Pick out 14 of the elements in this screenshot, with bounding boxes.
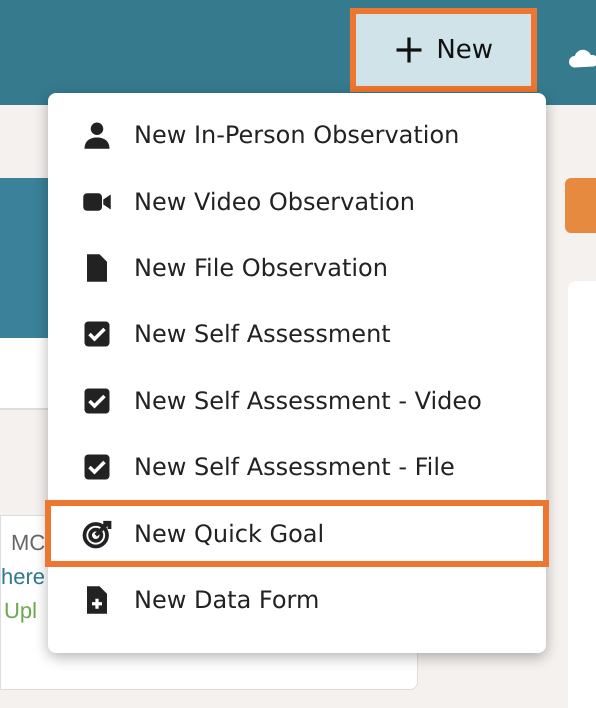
menu-item[interactable]: New Data Form — [48, 566, 546, 634]
menu-item[interactable]: New File Observation — [48, 234, 546, 302]
menu-item[interactable]: New Self Assessment — [48, 301, 546, 368]
menu-item[interactable]: New Self Assessment - File — [48, 434, 546, 500]
card-text: here — [1, 563, 46, 591]
menu-item[interactable]: New Quick Goal — [45, 500, 549, 567]
target-icon — [80, 518, 114, 549]
card-text: Upl — [4, 597, 38, 625]
menu-item[interactable]: New In-Person Observation — [48, 102, 546, 168]
new-button[interactable]: New — [350, 8, 538, 92]
card-text: MC — [11, 529, 46, 557]
menu-item[interactable]: New Video Observation — [48, 168, 546, 235]
menu-item[interactable]: New Self Assessment - Video — [48, 368, 546, 434]
plus-icon — [394, 35, 424, 65]
